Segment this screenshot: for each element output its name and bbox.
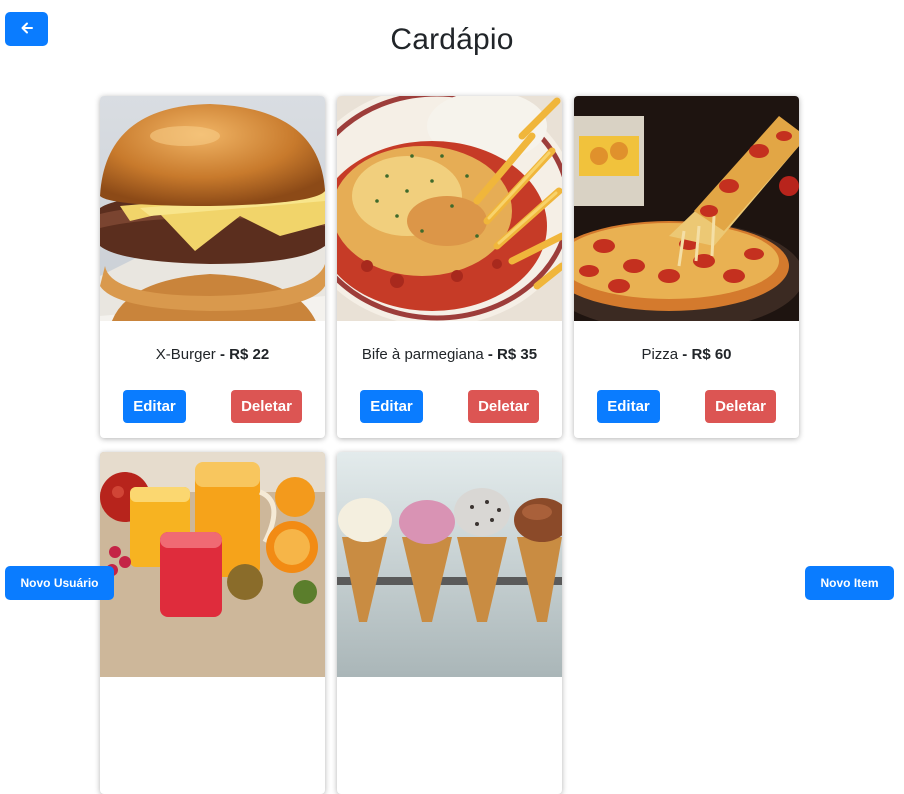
item-name: X-Burger: [155, 346, 216, 363]
menu-card: [100, 452, 325, 794]
parmigiana-photo: [337, 96, 562, 321]
item-price-label: - R$ 35: [483, 346, 538, 363]
item-price: 22: [252, 346, 270, 363]
item-price-label: - R$ 22: [215, 346, 270, 363]
menu-card: [337, 452, 562, 794]
menu-card: Bife à parmegiana - R$ 35 Editar Deletar: [337, 96, 562, 438]
delete-button[interactable]: Deletar: [468, 390, 539, 423]
delete-button[interactable]: Deletar: [705, 390, 776, 423]
item-label: Pizza - R$ 60: [574, 346, 799, 364]
menu-card: Pizza - R$ 60 Editar Deletar: [574, 96, 799, 438]
item-price: 60: [714, 346, 732, 363]
ice-cream-photo: [337, 452, 562, 677]
item-price: 35: [520, 346, 538, 363]
page-title: Cardápio: [390, 23, 514, 56]
item-name: Bife à parmegiana: [361, 346, 484, 363]
menu-card: X-Burger - R$ 22 Editar Deletar: [100, 96, 325, 438]
edit-button[interactable]: Editar: [360, 390, 423, 423]
new-user-button[interactable]: Novo Usuário: [5, 566, 114, 600]
juice-photo: [100, 452, 325, 677]
item-name: Pizza: [641, 346, 679, 363]
new-item-button[interactable]: Novo Item: [805, 566, 894, 600]
item-label: Bife à parmegiana - R$ 35: [337, 346, 562, 364]
edit-button[interactable]: Editar: [123, 390, 186, 423]
pizza-photo: [574, 96, 799, 321]
burger-photo: [100, 96, 325, 321]
item-price-label: - R$ 60: [678, 346, 732, 363]
edit-button[interactable]: Editar: [597, 390, 660, 423]
delete-button[interactable]: Deletar: [231, 390, 302, 423]
item-label: X-Burger - R$ 22: [100, 346, 325, 364]
